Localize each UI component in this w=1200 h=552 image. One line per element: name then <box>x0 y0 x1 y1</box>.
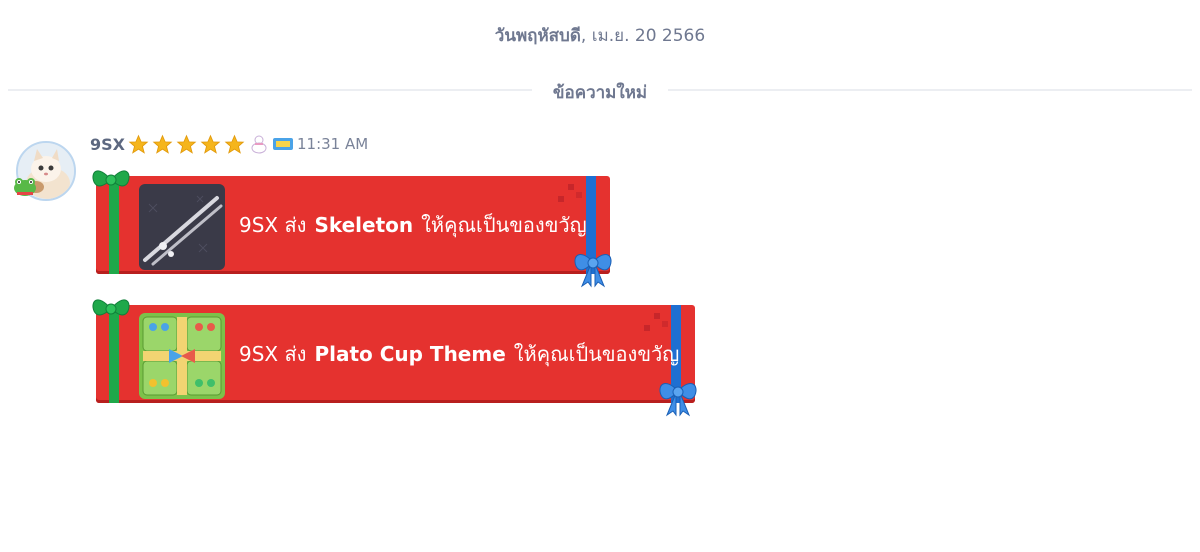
new-messages-divider-label: ข้อความใหม่ <box>552 83 648 103</box>
gift-card[interactable]: 9SX ส่ง Skeleton ให้คุณเป็นของขวัญ <box>96 176 610 274</box>
gift-card[interactable]: 9SX ส่ง Plato Cup Theme ให้คุณเป็นของขวั… <box>96 305 695 403</box>
star-icon <box>224 134 245 154</box>
message-meta: 9SX 11:31 AM <box>90 134 368 154</box>
plato-cup-theme-thumbnail <box>139 313 225 399</box>
star-icon <box>176 134 197 154</box>
green-bow-icon <box>92 299 130 316</box>
star-icon <box>128 134 149 154</box>
gift-suffix: ให้คุณเป็นของขวัญ <box>513 342 680 366</box>
divider-line-right <box>668 89 1192 91</box>
skeleton-cue-thumbnail <box>139 184 225 270</box>
gift-message: 9SX ส่ง Skeleton ให้คุณเป็นของขวัญ <box>239 176 587 274</box>
gift-sender: 9SX ส่ง <box>239 213 307 237</box>
gift-suffix: ให้คุณเป็นของขวัญ <box>421 213 587 237</box>
green-bow-icon <box>92 170 130 187</box>
message-time: 11:31 AM <box>297 135 369 153</box>
date-weekday: วันพฤหัสบดี <box>494 26 581 46</box>
star-icon <box>200 134 221 154</box>
date-header: วันพฤหัสบดี, เม.ย. 20 2566 <box>0 22 1200 49</box>
username[interactable]: 9SX <box>90 135 125 154</box>
blue-bow-icon <box>659 382 697 417</box>
blue-bow-icon <box>574 253 612 288</box>
gift-item-name: Plato Cup Theme <box>314 342 506 366</box>
gift-item-name: Skeleton <box>314 213 414 237</box>
ticket-badge-icon <box>273 138 293 150</box>
star-icon <box>152 134 173 154</box>
snowman-badge-icon <box>251 135 267 154</box>
divider-line-left <box>8 89 532 91</box>
frog-badge-icon <box>14 178 36 196</box>
date-rest: , เม.ย. 20 2566 <box>580 26 706 46</box>
gift-sender: 9SX ส่ง <box>239 342 307 366</box>
gift-message: 9SX ส่ง Plato Cup Theme ให้คุณเป็นของขวั… <box>239 305 679 403</box>
